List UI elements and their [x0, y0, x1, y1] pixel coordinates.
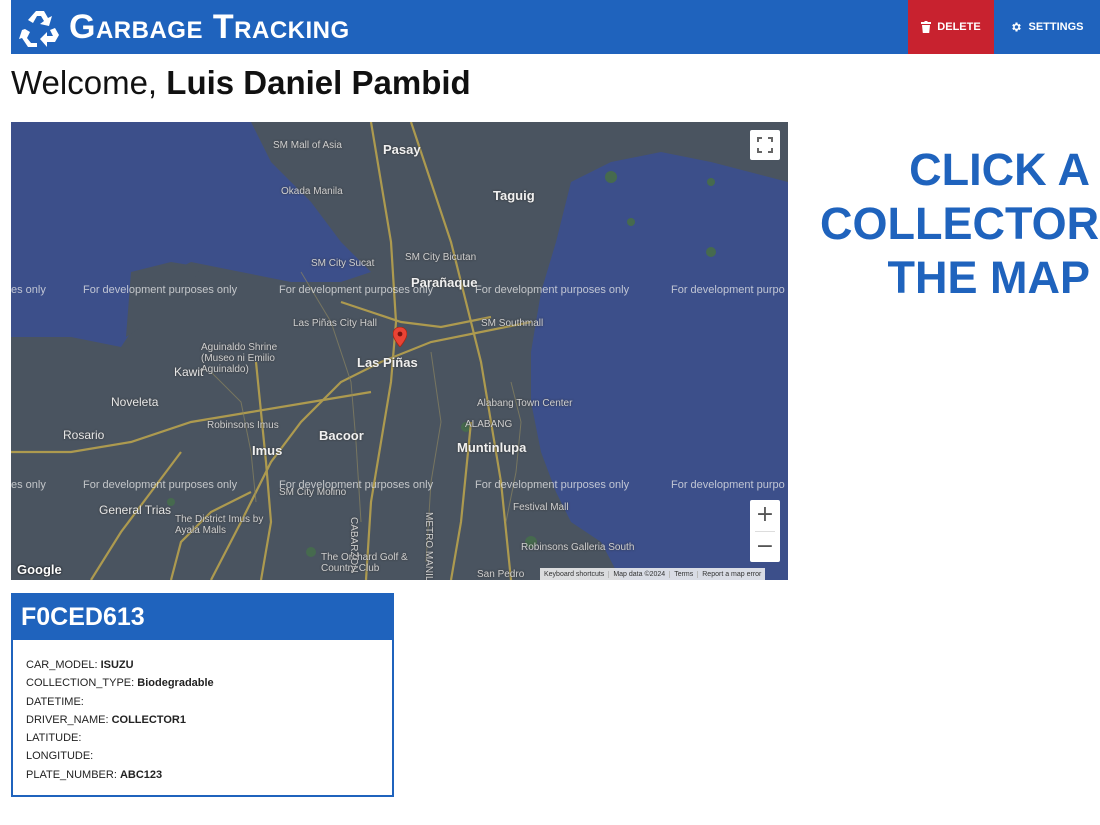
detail-plate-number: PLATE_NUMBER: ABC123	[26, 766, 214, 784]
detail-car-model: CAR_MODEL: ISUZU	[26, 656, 214, 674]
map-watermark: For development purposes only	[83, 479, 238, 491]
select-collector-prompt: CLICK A COLLECTOR THE MAP	[820, 143, 1100, 305]
app-header: Garbage Tracking DELETE SETTINGS	[11, 0, 1100, 54]
poi-sm-city-sucat: SM City Sucat	[311, 258, 375, 269]
prompt-line-1: CLICK A	[909, 144, 1090, 195]
google-logo: Google	[17, 562, 62, 577]
map-label-general-trias: General Trias	[99, 503, 172, 517]
detail-collection-type: COLLECTION_TYPE: Biodegradable	[26, 674, 214, 692]
settings-button-label: SETTINGS	[1028, 21, 1084, 33]
map-data-text: Map data ©2024	[608, 570, 669, 578]
collector-card[interactable]: F0CED613 CAR_MODEL: ISUZU COLLECTION_TYP…	[11, 593, 394, 797]
settings-button[interactable]: SETTINGS	[994, 0, 1100, 54]
detail-key: COLLECTION_TYPE:	[26, 677, 138, 690]
report-map-error-link[interactable]: Report a map error	[697, 570, 765, 578]
map-view[interactable]: Pasay Taguig Parañaque Las Piñas Bacoor …	[11, 122, 788, 580]
poi-aguinaldo-shrine: Aguinaldo Shrine (Museo ni Emilio Aguina…	[201, 342, 278, 375]
recycle-icon	[19, 11, 59, 47]
map-label-bacoor: Bacoor	[319, 428, 364, 443]
detail-value: ISUZU	[100, 659, 134, 671]
map-label-alabang: ALABANG	[465, 419, 513, 430]
map-label-san-pedro: San Pedro	[477, 569, 525, 580]
map-label-pasay: Pasay	[383, 142, 421, 157]
poi-festival-mall: Festival Mall	[513, 502, 569, 513]
poi-the-orchard: The Orchard Golf & Country Club	[321, 552, 408, 574]
keyboard-shortcuts-link[interactable]: Keyboard shortcuts	[540, 571, 608, 578]
poi-sm-city-bicutan: SM City Bicutan	[405, 252, 477, 263]
poi-sm-mall-of-asia: SM Mall of Asia	[273, 140, 342, 151]
prompt-line-2: COLLECTOR	[820, 198, 1100, 249]
fullscreen-icon	[757, 137, 773, 153]
detail-key: DATETIME:	[26, 695, 84, 708]
zoom-out-button[interactable]: −	[750, 532, 780, 562]
poi-las-pinas-city-hall: Las Piñas City Hall	[293, 318, 377, 329]
map-watermark: es only	[11, 479, 46, 491]
map-label-taguig: Taguig	[493, 188, 535, 203]
gear-icon	[1012, 22, 1022, 32]
map-label-rosario: Rosario	[63, 428, 105, 442]
map-watermark: For development purposes only	[475, 479, 630, 491]
delete-button[interactable]: DELETE	[908, 0, 994, 54]
detail-value: Biodegradable	[137, 677, 214, 690]
map-label-kawit: Kawit	[174, 365, 204, 379]
delete-button-label: DELETE	[937, 21, 981, 33]
detail-value: ABC123	[119, 768, 163, 781]
collector-details: CAR_MODEL: ISUZU COLLECTION_TYPE: Biodeg…	[26, 656, 214, 784]
poi-alabang-town-center: Alabang Town Center	[477, 398, 573, 409]
detail-key: PLATE_NUMBER:	[26, 768, 120, 781]
detail-longitude: LONGITUDE:	[26, 747, 214, 765]
map-fullscreen-button[interactable]	[750, 130, 780, 160]
poi-okada-manila: Okada Manila	[281, 186, 343, 197]
map-label-noveleta: Noveleta	[111, 395, 159, 409]
map-attribution: Keyboard shortcuts Map data ©2024 Terms …	[540, 568, 766, 580]
map-watermark: For development purposes only	[279, 284, 434, 296]
user-name: Luis Daniel Pambid	[166, 64, 471, 101]
poi-sm-southmall: SM Southmall	[481, 318, 544, 329]
map-label-las-pinas: Las Piñas	[357, 355, 418, 370]
poi-the-district-imus: The District Imus by Ayala Malls	[175, 514, 264, 536]
map-watermark: For development purpo	[671, 284, 785, 296]
detail-latitude: LATITUDE:	[26, 729, 214, 747]
collector-id: F0CED613	[13, 595, 392, 640]
map-zoom-control: + −	[750, 500, 780, 562]
trash-icon	[921, 21, 932, 33]
detail-key: DRIVER_NAME:	[26, 713, 112, 726]
detail-value: COLLECTOR1	[111, 713, 186, 726]
poi-robinsons-imus: Robinsons Imus	[207, 420, 279, 431]
map-watermark: es only	[11, 284, 46, 296]
map-watermark: For development purpo	[671, 479, 785, 491]
poi-robinsons-galleria-south: Robinsons Galleria South	[521, 542, 635, 553]
detail-key: LONGITUDE:	[26, 750, 94, 763]
detail-driver-name: DRIVER_NAME: COLLECTOR1	[26, 711, 214, 729]
map-watermark: For development purposes only	[83, 284, 238, 296]
detail-datetime: DATETIME:	[26, 693, 214, 711]
detail-key: CAR_MODEL:	[26, 659, 101, 671]
detail-key: LATITUDE:	[26, 732, 82, 745]
map-marker-icon[interactable]	[393, 327, 407, 347]
zoom-in-button[interactable]: +	[750, 500, 780, 530]
map-label-muntinlupa: Muntinlupa	[457, 440, 527, 455]
welcome-prefix: Welcome,	[11, 64, 167, 101]
app-title: Garbage Tracking	[69, 8, 350, 46]
terms-link[interactable]: Terms	[669, 570, 697, 578]
map-label-imus: Imus	[252, 443, 283, 458]
map-watermark: For development purposes only	[279, 479, 434, 491]
welcome-message: Welcome, Luis Daniel Pambid	[11, 64, 471, 102]
map-watermark: For development purposes only	[475, 284, 630, 296]
prompt-line-3: THE MAP	[887, 252, 1091, 303]
